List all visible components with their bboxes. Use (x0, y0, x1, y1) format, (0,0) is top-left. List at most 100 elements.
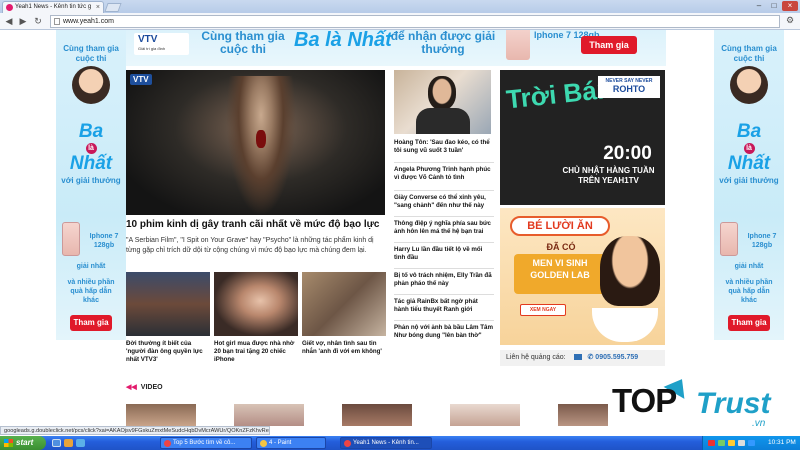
top-banner-ad[interactable]: VTV Giải trí gia đình Cùng tham gia cuộc… (126, 30, 666, 66)
person-head (428, 76, 456, 110)
ad-product: MEN VI SINH GOLDEN LAB (514, 254, 606, 294)
quicklaunch-icon[interactable] (76, 439, 85, 447)
thumb-article-image[interactable] (214, 272, 298, 336)
list-article-image[interactable] (394, 70, 491, 134)
ad-cta-button[interactable]: XEM NGAY (520, 304, 566, 316)
site-favicon-icon (6, 4, 13, 11)
hero-article-desc: "A Serbian Film", "I Spit on Your Grave"… (126, 237, 374, 254)
rohto-logo: NEVER SAY NEVER ROHTO (598, 76, 660, 98)
ad-time: 20:00 (603, 143, 652, 164)
thumb-article-image[interactable] (302, 272, 386, 336)
watermark-top: TOP (612, 382, 677, 419)
ad-subtitle: ĐÃ CÓ (546, 242, 576, 252)
list-item[interactable]: Bị tố vô trách nhiệm, Elly Trần đã phản … (394, 269, 494, 288)
forward-icon[interactable]: ▶ (17, 15, 29, 27)
browser-tab[interactable]: Yeah1 News - Kênh tin tức g × (2, 1, 104, 13)
side-ad-giai-nhat: giải nhất (734, 263, 764, 270)
video-thumbnail[interactable] (558, 404, 608, 426)
email-icon[interactable] (573, 354, 582, 361)
video-thumbnail[interactable] (342, 404, 412, 426)
tray-icon[interactable] (718, 440, 725, 446)
side-ad-voi: với giải thưởng (61, 176, 121, 185)
taskbar-item[interactable]: Top 5 Bước tìm về cô... (160, 437, 252, 449)
side-ad-join-button[interactable]: Tham gia (728, 315, 770, 331)
url-text: www.yeah1.com (63, 18, 114, 25)
ad-schedule: CHỦ NHẬT HÀNG TUẦN TRÊN YEAH1TV (562, 166, 655, 185)
toptrust-watermark: TOP Trust .vn (612, 373, 798, 436)
video-thumbnail[interactable] (126, 404, 196, 426)
taskbar-item-active[interactable]: Yeah1 News - Kênh tin... (340, 437, 432, 449)
contact-label: Liên hệ quảng cáo: (506, 354, 566, 361)
side-ad-voi: với giải thưởng (719, 176, 779, 185)
list-item[interactable]: Hoàng Tôn: 'Sau đao kéo, có thể tôi sung… (394, 136, 494, 155)
tray-icon[interactable] (708, 440, 715, 446)
side-ad-giai-nhat: giải nhất (76, 263, 106, 270)
chrome-icon (344, 440, 351, 447)
trai-ban-ad[interactable]: Trời Bán NEVER SAY NEVER ROHTO 20:00 CHỦ… (500, 70, 665, 205)
side-ad-other-prizes: và nhiều phần quà hấp dẫn khác (725, 279, 773, 304)
video-thumbnail[interactable] (450, 404, 520, 426)
wrench-icon[interactable]: ⚙ (786, 15, 794, 26)
reload-icon[interactable]: ↻ (32, 15, 44, 27)
hero-article-image[interactable] (126, 70, 385, 215)
close-tab-icon[interactable]: × (96, 2, 100, 13)
top-ad-join-button[interactable]: Tham gia (581, 36, 637, 54)
tray-icon[interactable] (728, 440, 735, 446)
ad-person-image (72, 66, 110, 104)
tray-icon[interactable] (738, 440, 745, 446)
side-ad-line1: Cùng tham gia cuộc thi (721, 44, 777, 63)
vtv-watermark: VTV (130, 74, 152, 85)
list-item[interactable]: Angela Phương Trinh hạnh phúc vì được Võ… (394, 163, 494, 182)
url-input[interactable]: www.yeah1.com (50, 15, 780, 28)
person-body (416, 108, 470, 134)
maximize-icon[interactable]: □ (767, 1, 781, 11)
phone-image (62, 222, 80, 256)
top-ad-line1: Cùng tham gia cuộc thi (201, 30, 285, 56)
list-item[interactable]: Tác giả RainBx bất ngờ phát hành tiểu th… (394, 295, 494, 314)
left-side-ad[interactable]: Cùng tham gia cuộc thi Ba là Nhất với gi… (56, 30, 126, 340)
minimize-icon[interactable]: – (752, 1, 766, 11)
taskbar-item[interactable]: 4 - Paint (256, 437, 326, 449)
side-ad-nhat: Nhất (69, 153, 113, 174)
video-section-label[interactable]: ◀◀ VIDEO (126, 383, 163, 391)
play-icon: ◀◀ (126, 384, 137, 391)
side-ad-other-prizes: và nhiều phần quà hấp dẫn khác (67, 279, 115, 304)
contact-phone[interactable]: 0905.595.759 (595, 354, 638, 361)
start-label: start (16, 438, 34, 447)
list-item[interactable]: Thông điệp ý nghĩa phía sau bức ảnh hôn … (394, 217, 494, 236)
task-label: Yeah1 News - Kênh tin... (353, 440, 419, 446)
list-item[interactable]: Harry Lu lần đầu tiết lộ về mối tình đầu (394, 243, 494, 262)
be-luoi-an-ad[interactable]: BÉ LƯỜI ĂN ĐÃ CÓ MEN VI SINH GOLDEN LAB … (500, 208, 665, 345)
top-ad-line2: để nhận được giải thưởng (390, 30, 496, 56)
side-ad-join-button[interactable]: Tham gia (70, 315, 112, 331)
close-window-icon[interactable]: × (782, 1, 798, 11)
watermark-trust: Trust (696, 387, 771, 420)
watermark-vn: .vn (752, 418, 766, 429)
side-ad-prize: Iphone 7 128gb (747, 233, 777, 249)
quicklaunch-icon[interactable] (52, 439, 61, 447)
task-label: Top 5 Bước tìm về cô... (173, 440, 236, 446)
ad-title: BÉ LƯỜI ĂN (510, 216, 610, 236)
list-item[interactable]: Giày Converse có thể xinh yêu, "sang chả… (394, 191, 494, 210)
thumb-article-image[interactable] (126, 272, 210, 336)
thumb-article-caption[interactable]: Giết vợ, nhân tình sau tin nhắn 'anh đi … (302, 340, 388, 356)
right-side-ad[interactable]: Cùng tham gia cuộc thi Ba là Nhất với gi… (714, 30, 784, 340)
back-icon[interactable]: ◀ (3, 15, 15, 27)
child-image (600, 236, 660, 306)
ad-contact-bar: Liên hệ quảng cáo: ✆ 0905.595.759 (500, 350, 665, 366)
thumb-article-caption[interactable]: Đời thường ít biết của 'người đàn ông qu… (126, 340, 212, 364)
phone-image (720, 222, 738, 256)
thumb-article-caption[interactable]: Hot girl mua được nhà nhờ 20 bạn trai tặ… (214, 340, 300, 364)
tray-icon[interactable] (748, 440, 755, 446)
phone-image (506, 30, 530, 60)
windows-logo-icon (4, 439, 13, 447)
video-thumbnail[interactable] (234, 404, 304, 426)
hero-article-title[interactable]: 10 phim kinh dị gây tranh cãi nhất về mứ… (126, 219, 388, 231)
list-item[interactable]: Phản nộ với ảnh bà bầu Lâm Tâm Như bóng … (394, 321, 494, 340)
video-label-text: VIDEO (140, 384, 163, 391)
quicklaunch-icon[interactable] (64, 439, 73, 447)
taskbar-clock[interactable]: 10:31 PM (768, 436, 796, 450)
top-ad-logo-sub: Giải trí gia đình (138, 46, 166, 51)
start-button[interactable]: start (0, 436, 46, 450)
side-ad-nhat: Nhất (727, 153, 771, 174)
